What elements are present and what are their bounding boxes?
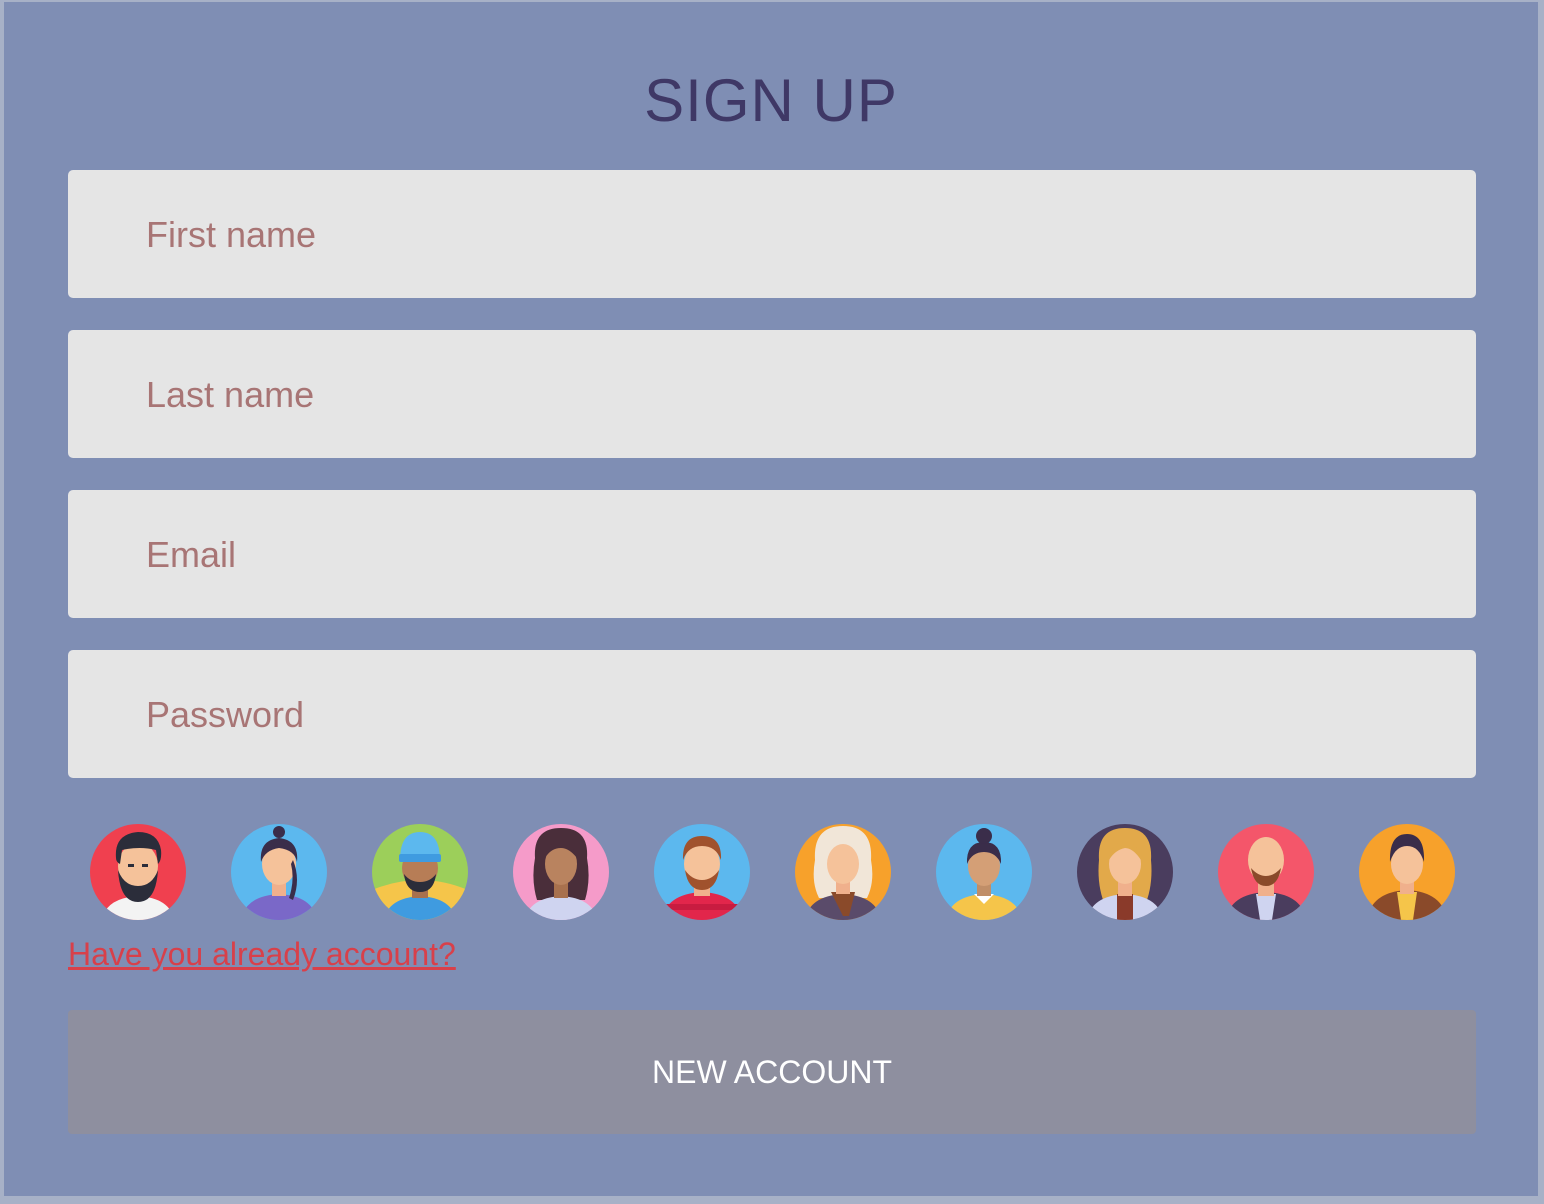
- new-account-label: NEW ACCOUNT: [652, 1053, 892, 1090]
- new-account-button[interactable]: NEW ACCOUNT: [68, 1010, 1476, 1134]
- man-beard-avatar[interactable]: [652, 820, 752, 920]
- bald-man-avatar[interactable]: [1216, 820, 1316, 920]
- login-link[interactable]: Have you already account?: [68, 936, 456, 973]
- email-placeholder: Email: [146, 534, 237, 575]
- woman-bun-avatar[interactable]: [934, 820, 1034, 920]
- bearded-man-avatar[interactable]: [88, 820, 188, 920]
- man-hoodie-avatar[interactable]: [1357, 820, 1457, 920]
- password-field[interactable]: Password: [68, 650, 1476, 778]
- first-name-field[interactable]: First name: [68, 170, 1476, 298]
- woman-curly-hair-avatar[interactable]: [511, 820, 611, 920]
- email-field[interactable]: Email: [68, 490, 1476, 618]
- first-name-placeholder: First name: [146, 214, 317, 255]
- last-name-placeholder: Last name: [146, 374, 315, 415]
- blonde-woman-avatar[interactable]: [1075, 820, 1175, 920]
- avatar-picker: [68, 820, 1476, 922]
- page-title: SIGN UP: [644, 67, 898, 134]
- woman-ponytail-avatar[interactable]: [229, 820, 329, 920]
- signup-panel: SIGN UP First name Last name Email Passw…: [4, 2, 1538, 1196]
- last-name-field[interactable]: Last name: [68, 330, 1476, 458]
- older-woman-avatar[interactable]: [793, 820, 893, 920]
- password-placeholder: Password: [146, 694, 305, 735]
- man-beanie-avatar[interactable]: [370, 820, 470, 920]
